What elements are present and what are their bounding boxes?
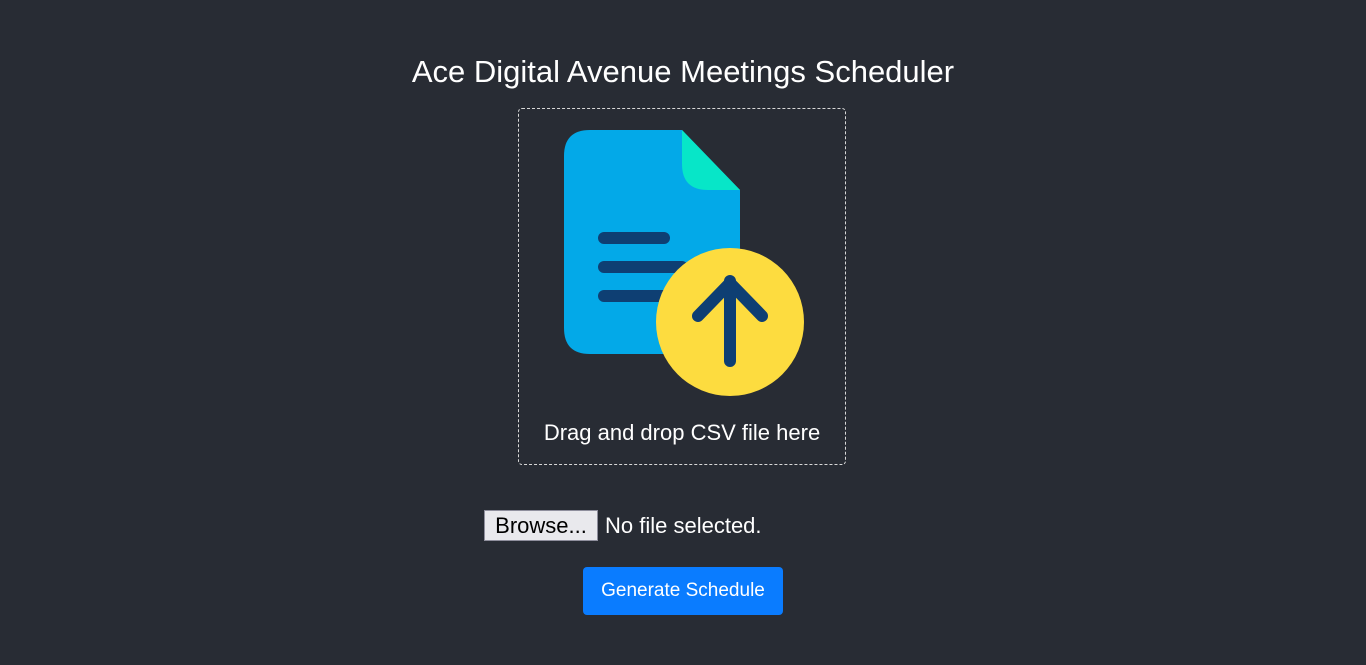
generate-schedule-button[interactable]: Generate Schedule xyxy=(583,567,783,615)
document-line-icon xyxy=(598,232,670,244)
app-page: Ace Digital Avenue Meetings Scheduler Dr… xyxy=(0,0,1366,665)
document-fold-icon xyxy=(682,130,740,190)
dropzone-instruction: Drag and drop CSV file here xyxy=(543,420,821,445)
page-title: Ace Digital Avenue Meetings Scheduler xyxy=(411,54,955,89)
file-status-text: No file selected. xyxy=(605,513,762,538)
file-input[interactable]: Browse... No file selected. xyxy=(484,510,762,541)
file-upload-icon xyxy=(564,130,804,396)
csv-dropzone[interactable]: Drag and drop CSV file here xyxy=(518,108,846,465)
browse-button[interactable]: Browse... xyxy=(484,510,598,541)
document-line-icon xyxy=(598,290,670,302)
document-line-icon xyxy=(598,261,688,273)
